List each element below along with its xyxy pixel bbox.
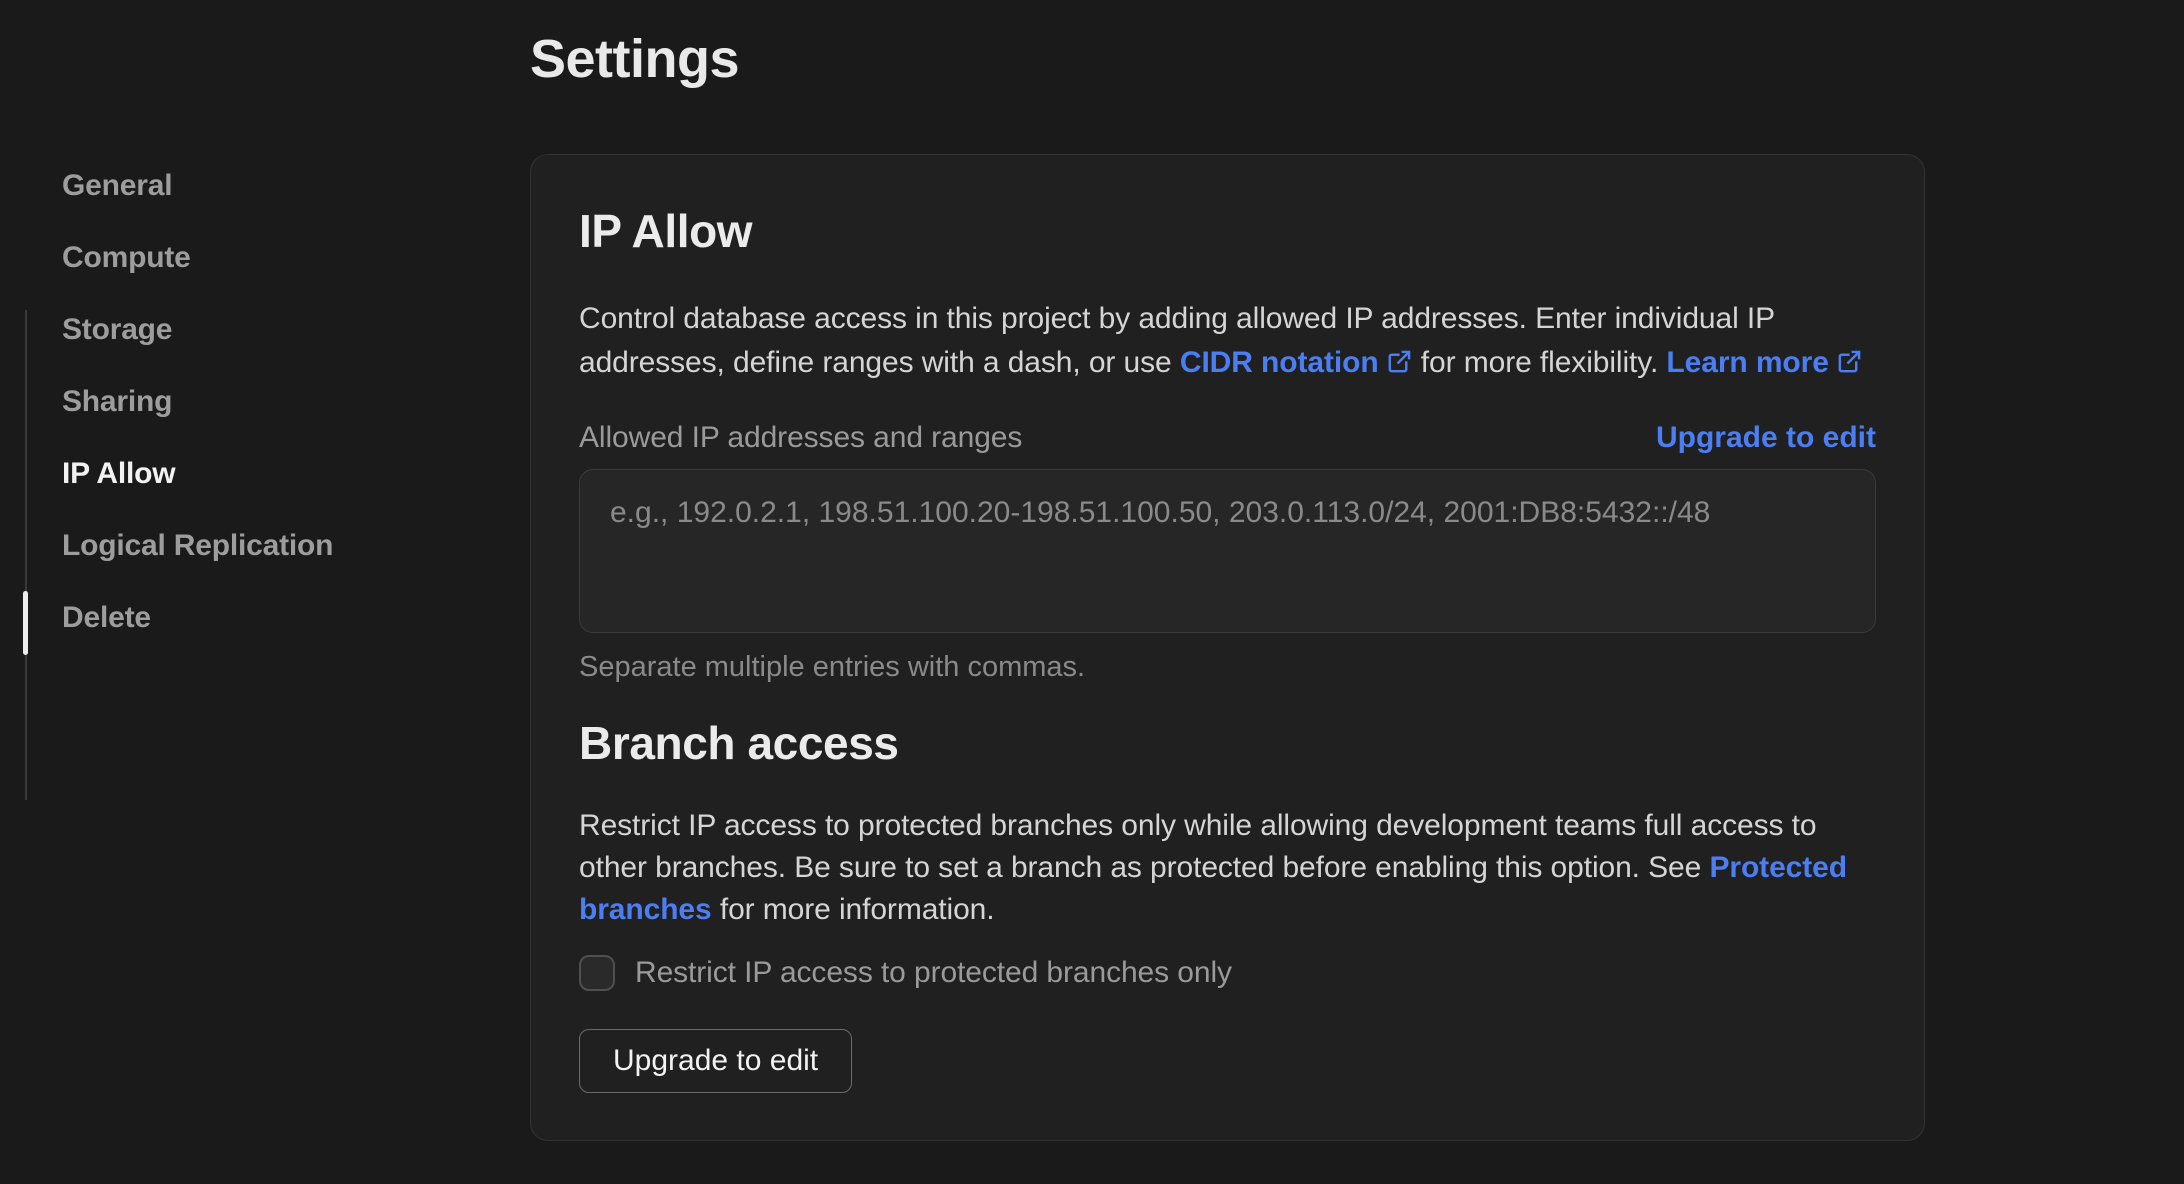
sidebar-item-logical-replication[interactable]: Logical Replication: [0, 510, 480, 582]
upgrade-to-edit-link[interactable]: Upgrade to edit: [1656, 421, 1876, 455]
branch-access-description-text-1: Restrict IP access to protected branches…: [579, 809, 1817, 884]
cidr-notation-link[interactable]: CIDR notation: [1180, 346, 1413, 379]
restrict-ip-checkbox[interactable]: [579, 955, 615, 991]
restrict-ip-checkbox-label: Restrict IP access to protected branches…: [635, 956, 1232, 989]
allowed-ips-label-row: Allowed IP addresses and ranges Upgrade …: [579, 421, 1876, 455]
learn-more-link-label: Learn more: [1666, 346, 1829, 379]
active-item-indicator: [23, 591, 28, 655]
upgrade-to-edit-button[interactable]: Upgrade to edit: [579, 1029, 853, 1093]
ip-allow-description: Control database access in this project …: [579, 297, 1876, 385]
allowed-ips-textarea[interactable]: [579, 469, 1876, 633]
branch-access-description: Restrict IP access to protected branches…: [579, 805, 1876, 931]
restrict-ip-checkbox-row: Restrict IP access to protected branches…: [579, 955, 1876, 991]
sidebar-item-ip-allow[interactable]: IP Allow: [0, 438, 480, 510]
settings-sidebar: General Compute Storage Sharing IP Allow…: [0, 150, 480, 800]
sidebar-rail: [25, 310, 27, 800]
page-title: Settings: [530, 29, 740, 89]
allowed-ips-label: Allowed IP addresses and ranges: [579, 421, 1023, 454]
external-link-icon: [1388, 350, 1410, 373]
sidebar-item-delete[interactable]: Delete: [0, 582, 480, 654]
ip-allow-settings-card: IP Allow Control database access in this…: [530, 154, 1925, 1141]
sidebar-item-compute[interactable]: Compute: [0, 222, 480, 294]
sidebar-item-storage[interactable]: Storage: [0, 294, 480, 366]
sidebar-item-general[interactable]: General: [0, 150, 480, 222]
ip-allow-description-text-2: for more flexibility.: [1412, 346, 1667, 379]
learn-more-link[interactable]: Learn more: [1666, 346, 1862, 379]
ip-allow-heading: IP Allow: [579, 205, 753, 257]
textarea-help-text: Separate multiple entries with commas.: [579, 651, 1086, 683]
sidebar-item-sharing[interactable]: Sharing: [0, 366, 480, 438]
cidr-notation-link-label: CIDR notation: [1179, 346, 1379, 379]
branch-access-description-text-2: for more information.: [711, 893, 995, 926]
external-link-icon: [1838, 350, 1861, 373]
branch-access-heading: Branch access: [579, 717, 899, 769]
